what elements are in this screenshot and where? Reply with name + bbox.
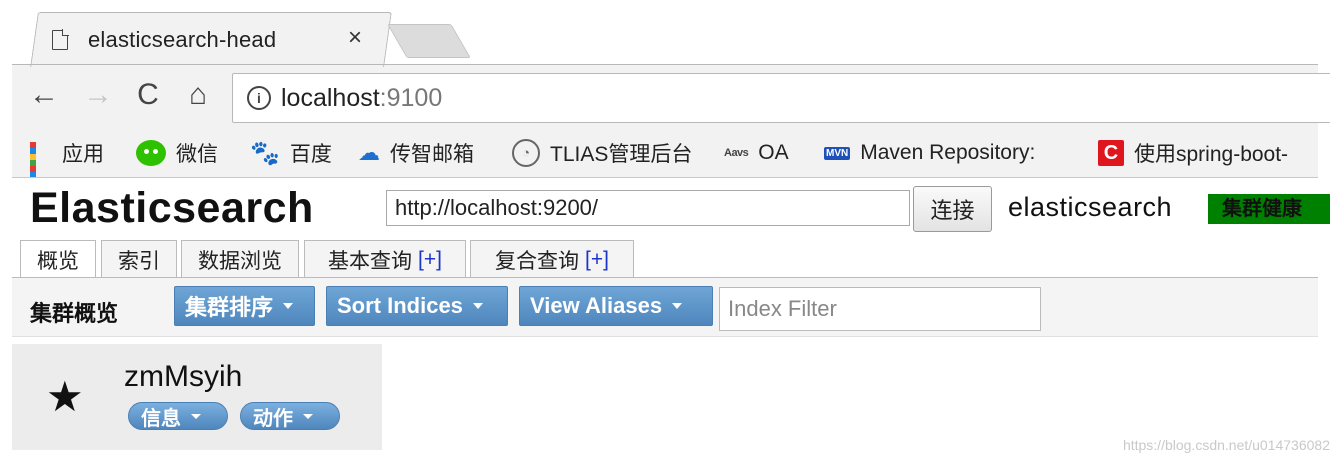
caret-down-icon	[472, 303, 483, 309]
button-label: View Aliases	[530, 293, 663, 318]
apps-grid-icon	[30, 142, 52, 196]
bookmark-label: Maven Repository:	[860, 141, 1036, 164]
tab-label: 基本查询	[328, 249, 413, 273]
tab-compound-query[interactable]: 复合查询 [+]	[470, 240, 634, 278]
address-port: :9100	[379, 84, 443, 112]
browser-chrome: elasticsearch-head × ← → C ⌂ i localhost…	[12, 0, 1330, 196]
tab-close-icon[interactable]: ×	[348, 24, 362, 52]
wechat-icon	[136, 140, 166, 166]
cluster-sort-button[interactable]: 集群排序	[174, 286, 315, 326]
button-label: 动作	[253, 407, 293, 430]
master-star-icon: ★	[46, 373, 84, 420]
bookmark-label: 应用	[62, 143, 104, 166]
bookmark-label: TLIAS管理后台	[550, 143, 693, 166]
reload-icon[interactable]: C	[130, 77, 166, 113]
cluster-url-input[interactable]	[386, 190, 910, 226]
caret-down-icon	[191, 413, 201, 419]
address-bar[interactable]: i localhost:9100	[232, 73, 1330, 123]
overview-toolbar: 集群概览 集群排序 Sort Indices View Aliases	[12, 278, 1318, 337]
site-info-icon[interactable]: i	[247, 86, 271, 110]
bookmark-label: OA	[758, 141, 789, 164]
tab-label: 数据浏览	[198, 249, 282, 273]
bookmark-mail[interactable]: ☁ 传智邮箱	[358, 138, 474, 168]
bookmark-oa[interactable]: Aavs OA	[724, 138, 789, 168]
bookmark-wechat[interactable]: 微信	[136, 138, 218, 168]
tab-plus[interactable]: [+]	[585, 248, 609, 272]
node-name: zmMsyih	[124, 360, 243, 393]
caret-down-icon	[672, 303, 683, 309]
new-tab-button[interactable]	[387, 24, 471, 58]
app-logo: Elasticsearch	[30, 184, 314, 232]
cluster-health-badge[interactable]: 集群健康	[1208, 194, 1330, 224]
back-arrow-icon[interactable]: ←	[26, 77, 62, 113]
tab-strip: elasticsearch-head ×	[12, 0, 1318, 67]
baidu-paw-icon: 🐾	[250, 139, 280, 167]
tab-overview[interactable]: 概览	[20, 240, 96, 279]
button-label: 集群排序	[185, 295, 274, 320]
bookmark-baidu[interactable]: 🐾 百度	[250, 138, 332, 168]
button-label: Sort Indices	[337, 293, 463, 318]
bookmark-tlias[interactable]: ◔ TLIAS管理后台	[512, 138, 692, 168]
tab-label: 索引	[118, 249, 160, 273]
browser-toolbar: ← → C ⌂ i localhost:9100	[12, 65, 1330, 131]
tab-label: 复合查询	[495, 249, 580, 273]
browser-tab-title: elasticsearch-head	[88, 27, 277, 52]
node-action-button[interactable]: 动作	[240, 402, 340, 430]
bookmark-label: 微信	[176, 143, 218, 166]
bookmark-maven[interactable]: MVN Maven Repository:	[824, 138, 1035, 168]
caret-down-icon	[303, 413, 313, 419]
c-logo-icon: C	[1098, 140, 1124, 166]
browser-tab-content: elasticsearch-head	[52, 22, 276, 58]
bookmark-apps[interactable]: 应用	[30, 138, 104, 196]
forward-arrow-icon[interactable]: →	[80, 77, 116, 113]
tlias-icon: ◔	[512, 139, 540, 167]
bookmark-label: 使用spring-boot-	[1134, 143, 1289, 166]
mail-wave-icon: ☁	[358, 140, 380, 165]
tab-plus[interactable]: [+]	[418, 248, 442, 272]
button-label: 信息	[141, 407, 181, 430]
bookmark-spring-boot[interactable]: C 使用spring-boot-	[1098, 138, 1288, 168]
mvn-icon: MVN	[824, 146, 851, 160]
tab-indices[interactable]: 索引	[101, 240, 177, 278]
node-info-button[interactable]: 信息	[128, 402, 228, 430]
page-document-icon	[52, 29, 69, 50]
watermark-text: https://blog.csdn.net/u014736082	[1122, 437, 1330, 453]
bookmark-label: 传智邮箱	[390, 143, 474, 166]
caret-down-icon	[283, 303, 294, 309]
address-url: localhost:9100	[281, 84, 442, 113]
home-icon[interactable]: ⌂	[180, 77, 216, 113]
address-host: localhost	[281, 84, 380, 112]
sort-indices-button[interactable]: Sort Indices	[326, 286, 508, 326]
cluster-name: elasticsearch	[1008, 192, 1173, 222]
tab-label: 概览	[37, 250, 79, 273]
connect-button[interactable]: 连接	[913, 186, 992, 232]
node-card: ★ zmMsyih 信息 动作	[12, 344, 382, 450]
bookmarks-bar: 应用 微信 🐾 百度 ☁ 传智邮箱 ◔ TLIAS管理后台 Aavs OA MV…	[12, 134, 1318, 196]
view-aliases-button[interactable]: View Aliases	[519, 286, 713, 326]
toolbar-title: 集群概览	[30, 301, 119, 326]
bookmark-label: 百度	[289, 143, 332, 166]
main-tabs: 概览 索引 数据浏览 基本查询 [+] 复合查询 [+]	[12, 240, 1318, 279]
es-head-page: Elasticsearch 连接 elasticsearch 集群健康 概览 索…	[12, 178, 1330, 461]
tab-browser[interactable]: 数据浏览	[181, 240, 299, 278]
tab-basic-query[interactable]: 基本查询 [+]	[304, 240, 466, 278]
oa-icon: Aavs	[724, 147, 749, 159]
index-filter-input[interactable]	[719, 287, 1041, 331]
